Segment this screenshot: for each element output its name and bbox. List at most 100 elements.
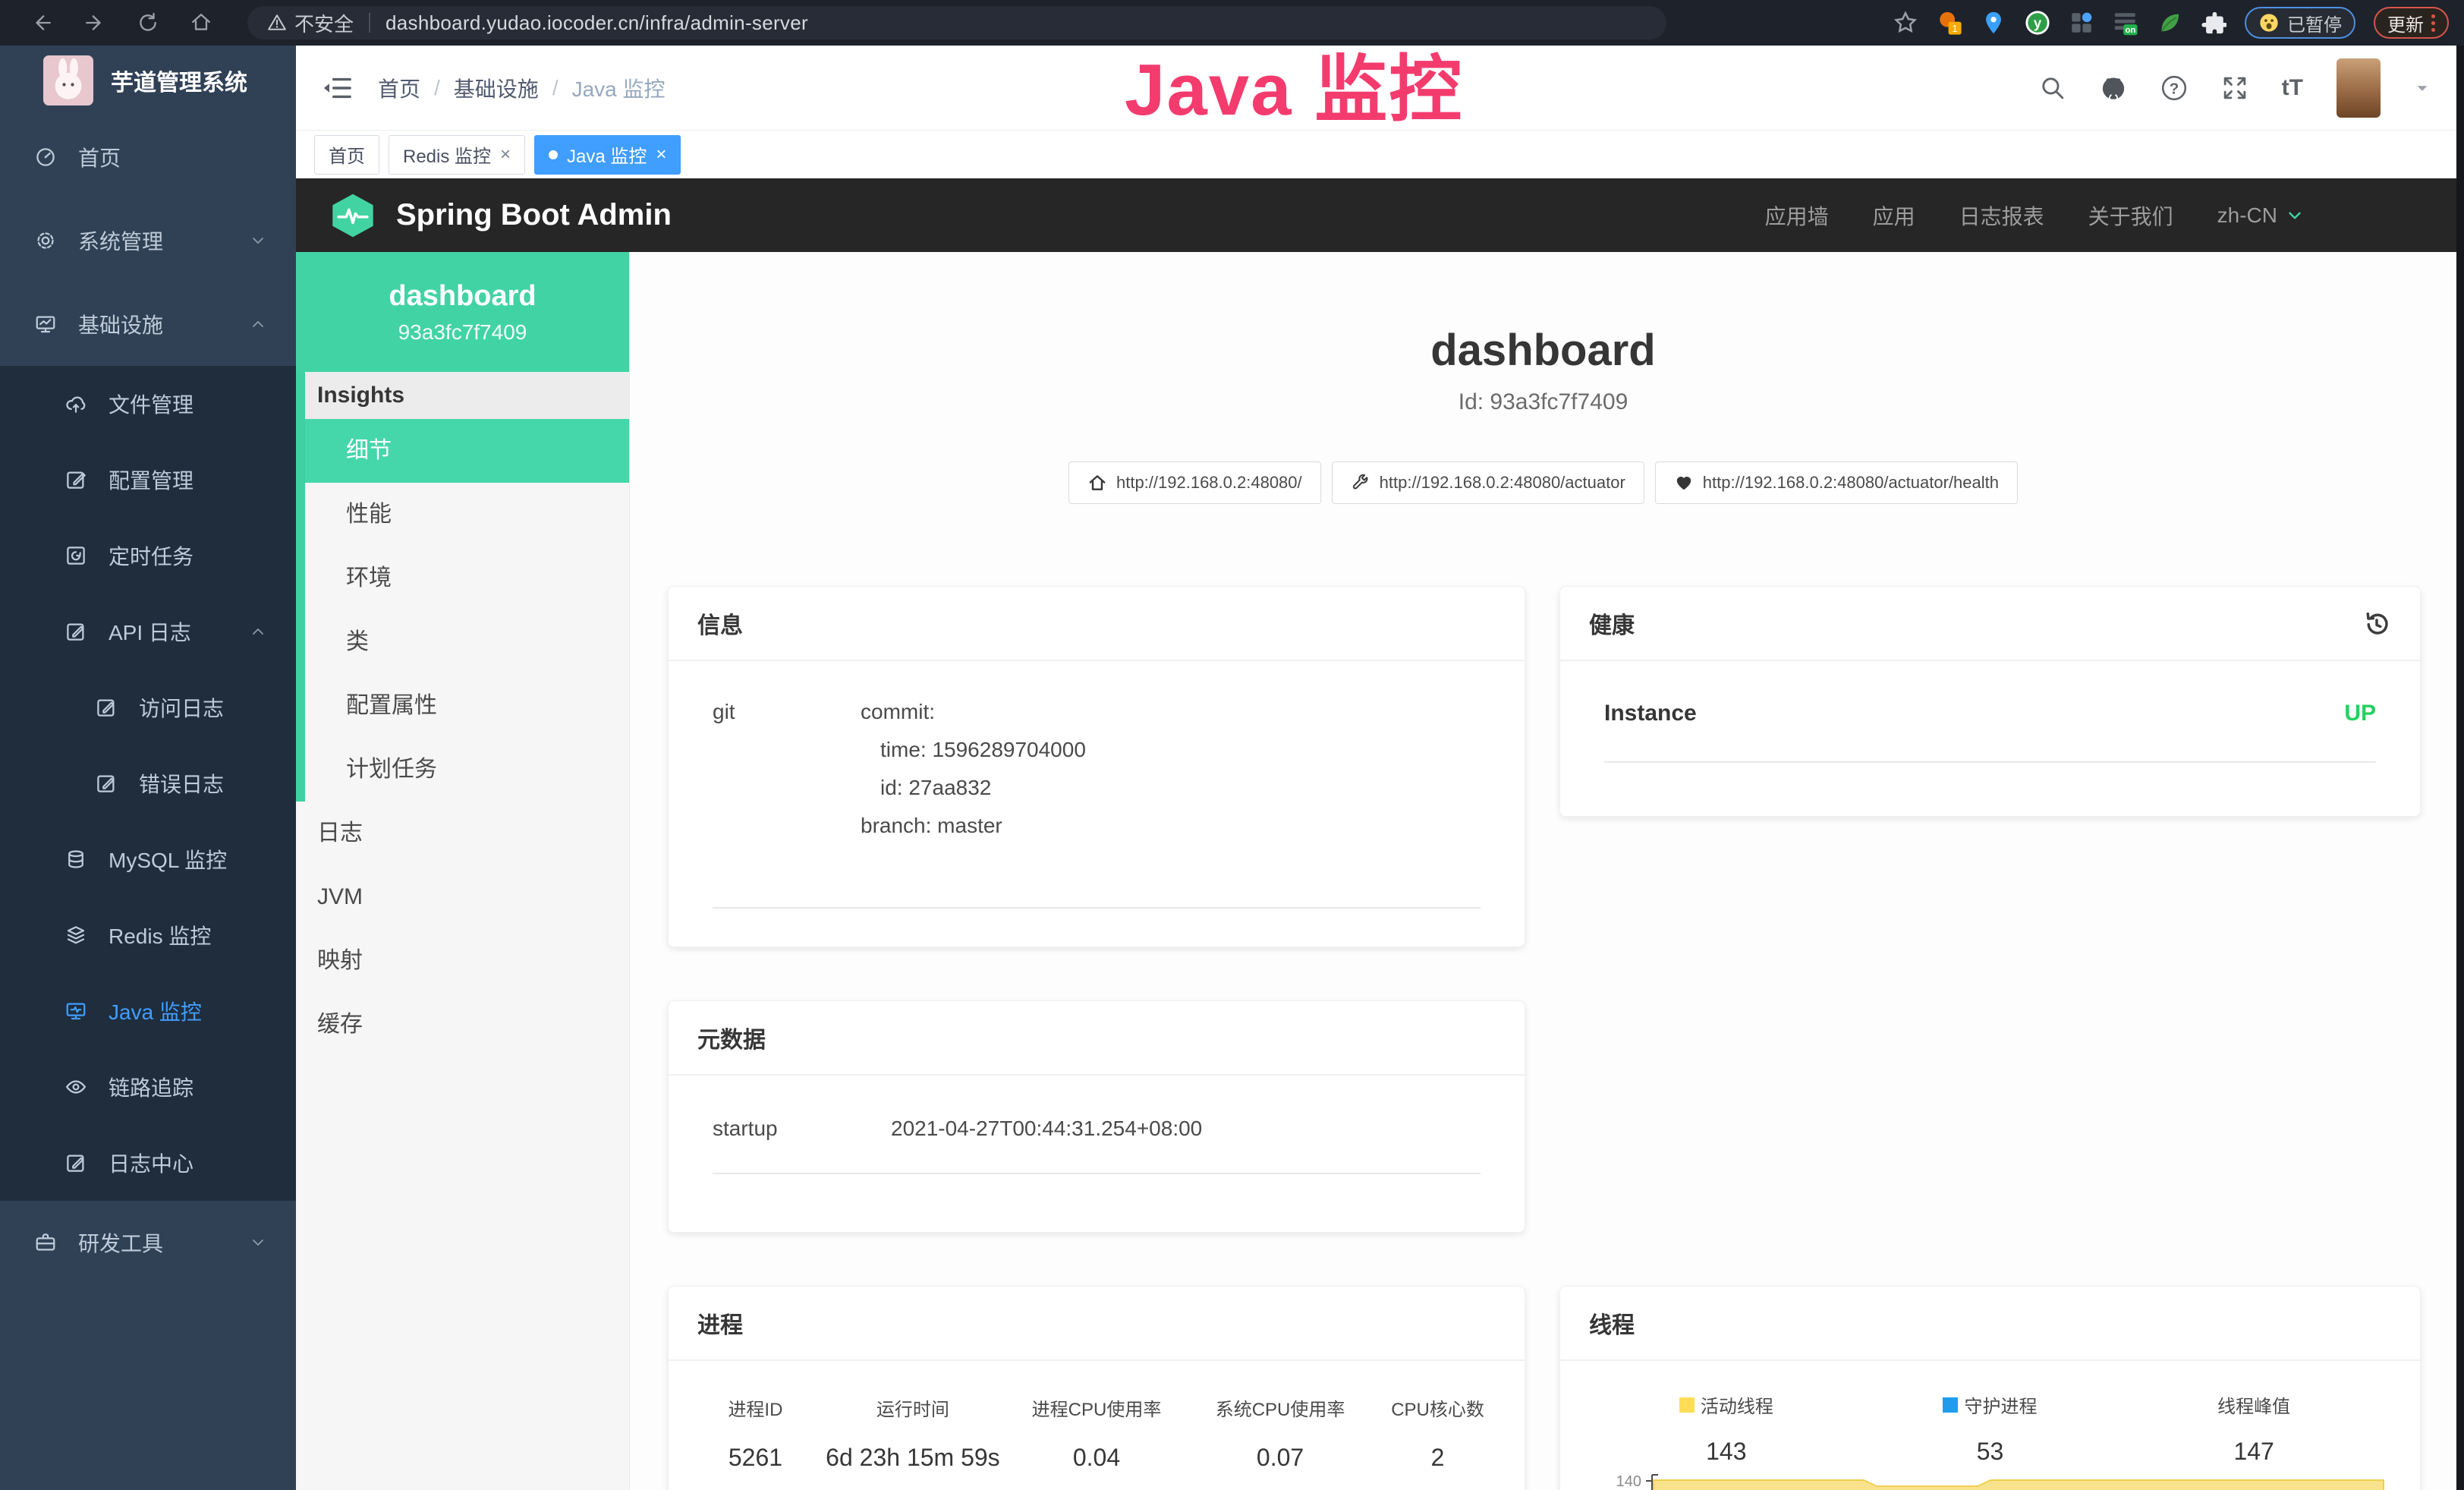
sidebar-item-error-log[interactable]: 错误日志 — [0, 745, 296, 821]
health-url: http://192.168.0.2:48080/actuator/health — [1703, 473, 1999, 493]
close-icon[interactable]: × — [656, 144, 666, 165]
sidebar-item-access-log[interactable]: 访问日志 — [0, 669, 296, 745]
col-header: CPU核心数 — [1372, 1394, 1503, 1421]
sba-nav-journal[interactable]: 日志报表 — [1959, 200, 2044, 231]
sba-nav-applications[interactable]: 应用 — [1873, 200, 1915, 231]
log-edit-icon — [65, 1151, 87, 1174]
sidebar-item-log-center[interactable]: 日志中心 — [0, 1125, 296, 1201]
extension-pin-icon[interactable] — [1981, 10, 2006, 36]
history-icon[interactable] — [2362, 609, 2391, 638]
bookmark-star-icon[interactable] — [1893, 10, 1918, 36]
timer-icon — [65, 544, 87, 567]
back-icon[interactable] — [29, 10, 55, 36]
sidebar-item-label: 基础设施 — [78, 309, 163, 339]
help-icon[interactable]: ? — [2160, 74, 2188, 102]
reload-icon[interactable] — [135, 10, 161, 36]
sba-item-caches[interactable]: 缓存 — [296, 993, 629, 1057]
tab-redis-monitor[interactable]: Redis 监控 × — [389, 135, 525, 175]
emoji-face-icon — [2258, 12, 2280, 33]
topbar-actions: ? tT — [2039, 58, 2431, 118]
sidebar-item-java-monitor[interactable]: Java 监控 — [0, 973, 296, 1049]
close-icon[interactable]: × — [500, 144, 511, 165]
sidebar-item-label: 研发工具 — [78, 1227, 163, 1258]
sidebar-item-config-manage[interactable]: 配置管理 — [0, 442, 296, 518]
instance-name: dashboard — [389, 280, 536, 313]
sidebar-item-infra[interactable]: 基础设施 — [0, 282, 296, 366]
sba-nav-wallboard[interactable]: 应用墙 — [1765, 200, 1829, 231]
sba-sidebar: dashboard 93a3fc7f7409 Insights 细节 性能 环境… — [296, 252, 630, 1490]
search-icon[interactable] — [2039, 74, 2066, 102]
sba-item-jvm[interactable]: JVM — [296, 865, 629, 929]
page-title: dashboard — [630, 326, 2456, 375]
sidebar-item-mysql-monitor[interactable]: MySQL 监控 — [0, 821, 296, 897]
metadata-row-label: startup — [713, 1117, 891, 1141]
heart-icon — [1674, 473, 1694, 493]
extension-list-on-icon[interactable]: on — [2113, 10, 2138, 36]
tab-label: Redis 监控 — [403, 141, 491, 168]
gear-icon — [34, 229, 57, 252]
chevron-down-icon — [2285, 206, 2305, 225]
sba-locale-select[interactable]: zh-CN — [2217, 203, 2305, 228]
chevron-up-icon — [249, 622, 267, 641]
process-col-pid: 进程ID 5261 — [690, 1394, 821, 1472]
user-menu-caret-icon[interactable] — [2414, 80, 2431, 96]
sidebar-item-system[interactable]: 系统管理 — [0, 199, 296, 282]
col-header: 进程CPU使用率 — [1005, 1394, 1188, 1421]
sba-item-classes[interactable]: 类 — [305, 610, 629, 674]
update-button[interactable]: 更新 — [2374, 7, 2449, 39]
actuator-url-button[interactable]: http://192.168.0.2:48080/actuator — [1332, 461, 1644, 504]
fullscreen-icon[interactable] — [2221, 74, 2248, 102]
tab-home[interactable]: 首页 — [314, 135, 379, 175]
sidebar-item-home[interactable]: 首页 — [0, 115, 296, 199]
extension-puzzle-icon[interactable] — [2201, 10, 2226, 36]
briefcase-icon — [34, 1231, 57, 1254]
sba-nav-about[interactable]: 关于我们 — [2088, 200, 2173, 231]
chevron-down-icon — [249, 1233, 267, 1252]
threads-chart: 140 120 100 — [1594, 1473, 2386, 1490]
kebab-menu-icon[interactable] — [2431, 14, 2435, 32]
sba-item-mappings[interactable]: 映射 — [296, 929, 629, 993]
github-icon[interactable] — [2100, 74, 2127, 102]
sidebar-item-scheduled-job[interactable]: 定时任务 — [0, 518, 296, 594]
sidebar-item-trace[interactable]: 链路追踪 — [0, 1049, 296, 1125]
breadcrumb-infra[interactable]: 基础设施 — [454, 73, 539, 103]
health-row-label: Instance — [1604, 701, 1697, 726]
avatar[interactable] — [2337, 58, 2381, 118]
col-header: 运行时间 — [821, 1394, 1005, 1421]
sidebar-item-redis-monitor[interactable]: Redis 监控 — [0, 897, 296, 973]
sidebar-item-label: Redis 监控 — [109, 920, 211, 950]
sidebar-item-label: 错误日志 — [139, 768, 224, 799]
font-size-icon[interactable]: tT — [2282, 75, 2303, 101]
extension-grid-icon[interactable] — [2069, 10, 2094, 36]
forward-icon[interactable] — [82, 10, 108, 36]
sba-instance-header[interactable]: dashboard 93a3fc7f7409 — [296, 252, 629, 372]
health-url-button[interactable]: http://192.168.0.2:48080/actuator/health — [1655, 461, 2018, 504]
home-icon[interactable] — [188, 10, 214, 36]
health-row[interactable]: Instance UP — [1604, 701, 2376, 726]
extension-leaf-icon[interactable] — [2157, 10, 2182, 36]
sba-item-logs[interactable]: 日志 — [296, 802, 629, 865]
paused-badge[interactable]: 已暂停 — [2245, 7, 2355, 39]
service-url-button[interactable]: http://192.168.0.2:48080/ — [1068, 461, 1321, 504]
sidebar-fold-icon[interactable] — [322, 73, 352, 103]
sidebar-item-dev-tools[interactable]: 研发工具 — [0, 1201, 296, 1284]
legend-daemon: 守护进程 53 — [1858, 1391, 2123, 1466]
tab-java-monitor[interactable]: Java 监控× — [534, 135, 681, 175]
sba-item-scheduled-tasks[interactable]: 计划任务 — [305, 738, 629, 802]
spring-boot-admin-logo — [329, 192, 376, 239]
eye-icon — [65, 1076, 87, 1098]
extension-orange-icon[interactable]: 1 — [1937, 10, 1962, 36]
sba-item-details[interactable]: 细节 — [305, 419, 629, 483]
sba-item-config-props[interactable]: 配置属性 — [305, 674, 629, 738]
sidebar-item-label: 访问日志 — [139, 692, 224, 723]
legend-peak: 线程峰值 147 — [2122, 1391, 2386, 1466]
sba-item-metrics[interactable]: 性能 — [305, 483, 629, 547]
extension-green-y-icon[interactable]: y — [2025, 10, 2050, 36]
divider — [369, 13, 370, 33]
app-brand[interactable]: 芋道管理系统 — [0, 46, 296, 115]
sidebar-item-file-manage[interactable]: 文件管理 — [0, 366, 296, 442]
sidebar-item-api-log[interactable]: API 日志 — [0, 594, 296, 669]
breadcrumb-home[interactable]: 首页 — [378, 73, 420, 103]
browser-scrollbar[interactable] — [2456, 46, 2464, 1490]
sba-item-environment[interactable]: 环境 — [305, 547, 629, 610]
